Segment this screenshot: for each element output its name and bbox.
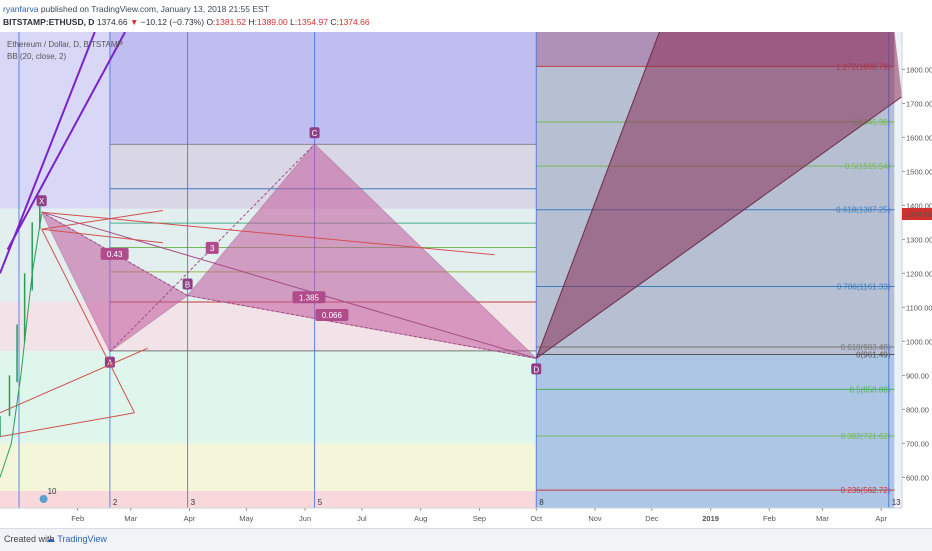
pattern-point-label: B <box>185 281 190 290</box>
y-tick-label: 1000.00 <box>906 337 932 346</box>
brand-text: TradingView <box>57 534 107 544</box>
y-tick-label: 700.00 <box>906 439 929 448</box>
y-tick-label: 1200.00 <box>906 269 932 278</box>
fib-green-band <box>0 350 537 444</box>
x-tick-label: Mar <box>124 514 137 523</box>
x-tick-label: Sep <box>473 514 486 523</box>
series-title: Ethereum / Dollar, D, BITSTAMP <box>7 40 123 49</box>
pattern-point-label: X <box>39 197 45 206</box>
ratio-label: 3 <box>210 244 215 253</box>
fib-pink-band <box>0 491 537 508</box>
fib-level-label: 0.5(1515.54) <box>845 162 891 171</box>
x-tick-label: Jul <box>357 514 367 523</box>
x-tick-label: 2019 <box>702 514 719 523</box>
last-price: 1374.66 <box>96 17 128 27</box>
time-cycle-label: 3 <box>191 498 196 507</box>
footer-bar: Created with ☁ TradingView <box>0 528 932 551</box>
symbol-label: BITSTAMP:ETHUSD, D <box>3 17 95 27</box>
y-tick-label: 1300.00 <box>906 235 932 244</box>
x-axis-background <box>0 508 932 528</box>
fib-level-label: 0.786(1161.33) <box>837 283 891 292</box>
x-tick-label: Apr <box>184 514 196 523</box>
right-edge-band <box>894 32 902 508</box>
x-tick-label: Aug <box>414 514 427 523</box>
ratio-label: 0.066 <box>322 311 343 320</box>
x-tick-label: May <box>239 514 253 523</box>
indicator-label: BB (20, close, 2) <box>7 52 67 61</box>
close-value: 1374.66 <box>338 17 370 27</box>
tradingview-logo-icon[interactable]: ☁ TradingView <box>46 534 107 545</box>
ratio-label: 1.385 <box>299 293 320 302</box>
x-tick-label: Apr <box>875 514 887 523</box>
high-value: 1389.00 <box>257 17 288 27</box>
price-change: −10.12 (−0.73%) <box>140 17 205 27</box>
username-link[interactable]: ryanfarva <box>3 4 38 14</box>
pattern-point-label: C <box>312 129 318 138</box>
x-tick-label: Feb <box>763 514 776 523</box>
y-tick-label: 1800.00 <box>906 65 932 74</box>
early-label: 10 <box>48 487 57 496</box>
fib-level-label: 0.236(562.72) <box>841 486 891 495</box>
y-tick-label: 1500.00 <box>906 167 932 176</box>
early-marker <box>39 495 48 503</box>
fib-level-label: 0.382(721.62) <box>841 432 891 441</box>
down-arrow-icon: ▼ <box>129 17 139 27</box>
time-cycle-label: 5 <box>318 498 323 507</box>
time-cycle-label: 13 <box>892 498 901 507</box>
x-tick-label: Oct <box>530 514 543 523</box>
y-tick-label: 1100.00 <box>906 303 932 312</box>
y-tick-label: 600.00 <box>906 473 929 482</box>
chart-header: ryanfarva published on TradingView.com, … <box>0 0 932 32</box>
y-tick-label: 900.00 <box>906 371 929 380</box>
x-tick-label: Dec <box>645 514 659 523</box>
open-value: 1381.52 <box>215 17 247 27</box>
fib-level-label: 0.5(858.88) <box>849 385 890 394</box>
high-label: H: <box>248 17 258 27</box>
x-tick-label: Feb <box>71 514 84 523</box>
fib-level-label: 0.618(1387.25) <box>836 206 891 215</box>
y-tick-label: 800.00 <box>906 405 929 414</box>
published-text: published on TradingView.com, January 13… <box>40 4 269 14</box>
price-chart[interactable]: 1.272(1808.79)1(1645.38)0.5(1515.54)0.61… <box>0 32 932 528</box>
time-cycle-label: 2 <box>113 498 118 507</box>
y-tick-label: 1600.00 <box>906 133 932 142</box>
close-label: C: <box>330 17 339 27</box>
publish-line: ryanfarva published on TradingView.com, … <box>3 4 269 14</box>
low-value: 1354.97 <box>297 17 328 27</box>
upper-zone-band <box>109 32 537 145</box>
y-tick-label: 1700.00 <box>906 99 932 108</box>
time-cycle-label: 8 <box>539 498 544 507</box>
x-tick-label: Nov <box>588 514 602 523</box>
pattern-point-label: D <box>533 365 539 374</box>
x-tick-label: Mar <box>816 514 829 523</box>
current-price-label: 1374.66 <box>905 210 932 219</box>
x-tick-label: Jun <box>299 514 311 523</box>
fib-yellow-band <box>0 443 537 491</box>
fib-level-label: 0(961.49) <box>856 350 891 359</box>
ratio-label: 0.43 <box>107 250 123 259</box>
ohlc-line: BITSTAMP:ETHUSD, D 1374.66 ▼ −10.12 (−0.… <box>3 17 370 27</box>
